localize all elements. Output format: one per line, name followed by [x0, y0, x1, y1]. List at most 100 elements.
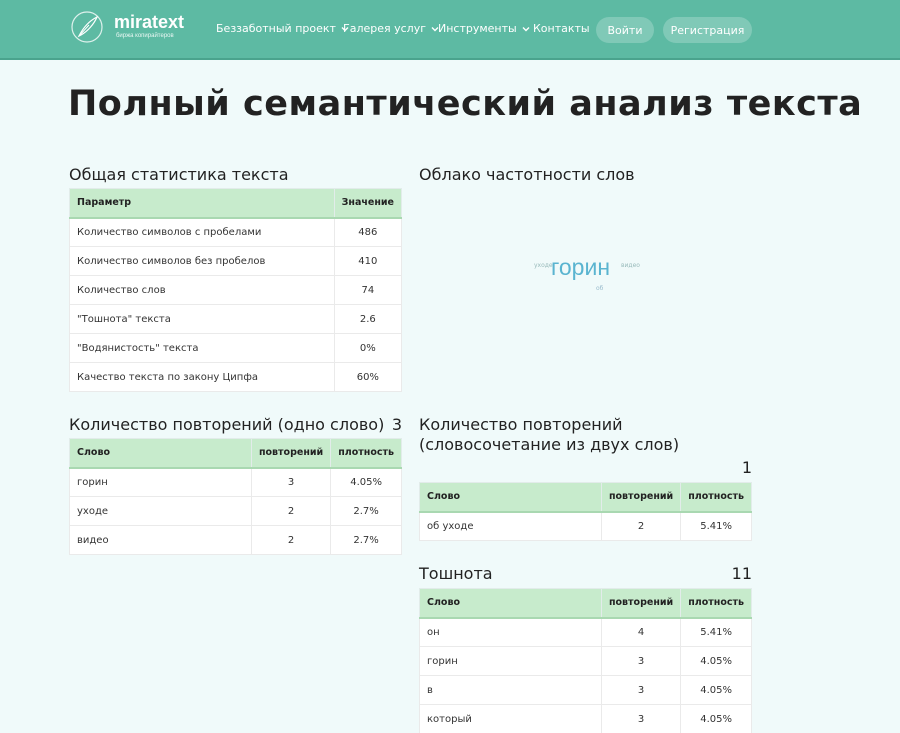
cell: об уходе — [419, 511, 602, 541]
cell: 3 — [600, 646, 682, 676]
cell: Количество слов — [69, 275, 335, 305]
column-header: плотность — [330, 438, 402, 469]
cell: 4.05% — [680, 646, 752, 676]
cell: "Тошнота" текста — [69, 304, 335, 334]
single-word-table: Слово повторений плотность горин 3 4.05% у… — [69, 438, 402, 555]
column-header: Слово — [69, 438, 252, 469]
cell: 3 — [600, 675, 682, 705]
column-header: плотность — [680, 588, 752, 619]
table-header-row: Слово повторений плотность — [419, 588, 752, 619]
table-row: видео 2 2.7% — [69, 525, 402, 555]
cloud-word: видео — [621, 262, 640, 269]
cell: 4.05% — [680, 704, 752, 733]
cell: "Водянистость" текста — [69, 333, 335, 363]
cell: 3 — [250, 467, 332, 497]
cell: 3 — [600, 704, 682, 733]
cell: 2.7% — [330, 496, 402, 526]
nausea-title: Тошнота — [419, 564, 493, 583]
column-header: Слово — [419, 588, 602, 619]
table-row: уходе 2 2.7% — [69, 496, 402, 526]
chevron-down-icon — [522, 26, 530, 31]
cell: 5.41% — [680, 511, 752, 541]
nausea-count: 11 — [731, 564, 752, 583]
word-cloud-title: Облако частотности слов — [419, 165, 635, 184]
two-word-title-line2: (словосочетание из двух слов) — [419, 435, 680, 454]
feather-pen-icon — [71, 11, 103, 43]
cell: Качество текста по закону Ципфа — [69, 362, 335, 392]
single-word-count: 3 — [391, 415, 402, 434]
cell: 410 — [333, 246, 403, 276]
login-button[interactable]: Войти — [596, 17, 654, 43]
nav-item-services-gallery[interactable]: Галерея услуг — [343, 22, 440, 35]
cell: 4 — [600, 617, 682, 647]
cell: 0% — [333, 333, 403, 363]
table-row: в 3 4.05% — [419, 675, 752, 705]
nav-item-contacts[interactable]: Контакты — [533, 22, 590, 35]
cell: 2.7% — [330, 525, 402, 555]
column-header: Значение — [333, 188, 403, 219]
table-row: Количество символов с пробелами 486 — [69, 217, 403, 247]
table-row: горин 3 4.05% — [69, 467, 402, 497]
site-header: miratext биржа копирайтеров Беззаботный … — [0, 0, 900, 60]
cell: 2.6 — [333, 304, 403, 334]
table-row: "Водянистость" текста 0% — [69, 333, 403, 363]
single-word-title: Количество повторений (одно слово) — [69, 415, 385, 434]
cell: горин — [69, 467, 252, 497]
logo-subtitle: биржа копирайтеров — [116, 33, 174, 39]
nav-item-label: Галерея услуг — [343, 22, 426, 35]
cell: горин — [419, 646, 602, 676]
nav-item-label: Инструменты — [438, 22, 517, 35]
cloud-word: горин — [551, 254, 611, 280]
column-header: повторений — [600, 588, 682, 619]
cell: в — [419, 675, 602, 705]
cell: Количество символов с пробелами — [69, 217, 335, 247]
cell: видео — [69, 525, 252, 555]
cell: 5.41% — [680, 617, 752, 647]
cell: он — [419, 617, 602, 647]
cell: Количество символов без пробелов — [69, 246, 335, 276]
cell: 60% — [333, 362, 403, 392]
stats-title: Общая статистика текста — [69, 165, 289, 184]
logo[interactable]: miratext биржа копирайтеров — [70, 10, 190, 46]
column-header: Слово — [419, 482, 602, 513]
stats-table: Параметр Значение Количество символов с … — [69, 188, 403, 392]
cell: 74 — [333, 275, 403, 305]
table-row: горин 3 4.05% — [419, 646, 752, 676]
table-row: Качество текста по закону Ципфа 60% — [69, 362, 403, 392]
table-row: Количество слов 74 — [69, 275, 403, 305]
nav-item-carefree-project[interactable]: Беззаботный проект — [216, 22, 350, 35]
table-header-row: Параметр Значение — [69, 188, 403, 219]
nav-item-tools[interactable]: Инструменты — [438, 22, 531, 35]
table-row: об уходе 2 5.41% — [419, 511, 752, 541]
cloud-word: об — [596, 285, 604, 292]
cell: который — [419, 704, 602, 733]
two-word-title: Количество повторений (словосочетание из… — [419, 415, 679, 455]
column-header: плотность — [680, 482, 752, 513]
cell: 2 — [250, 496, 332, 526]
table-row: Количество символов без пробелов 410 — [69, 246, 403, 276]
cloud-word: уходе — [534, 262, 553, 269]
table-row: который 3 4.05% — [419, 704, 752, 733]
table-header-row: Слово повторений плотность — [419, 482, 752, 513]
nausea-table: Слово повторений плотность он 4 5.41% гори… — [419, 588, 752, 733]
column-header: Параметр — [69, 188, 335, 219]
register-button[interactable]: Регистрация — [663, 17, 752, 43]
page-title: Полный семантический анализ текста — [68, 84, 863, 124]
table-row: "Тошнота" текста 2.6 — [69, 304, 403, 334]
nav-item-label: Контакты — [533, 22, 590, 35]
word-cloud: уходе горин видео об — [500, 240, 700, 310]
two-word-count: 1 — [741, 458, 752, 477]
nav-item-label: Беззаботный проект — [216, 22, 336, 35]
column-header: повторений — [250, 438, 332, 469]
table-header-row: Слово повторений плотность — [69, 438, 402, 469]
logo-name: miratext — [114, 12, 185, 32]
cell: 2 — [250, 525, 332, 555]
two-word-table: Слово повторений плотность об уходе 2 5.41… — [419, 482, 752, 541]
two-word-title-line1: Количество повторений — [419, 415, 623, 434]
cell: 2 — [600, 511, 682, 541]
cell: 4.05% — [330, 467, 402, 497]
table-row: он 4 5.41% — [419, 617, 752, 647]
cell: уходе — [69, 496, 252, 526]
cell: 4.05% — [680, 675, 752, 705]
column-header: повторений — [600, 482, 682, 513]
